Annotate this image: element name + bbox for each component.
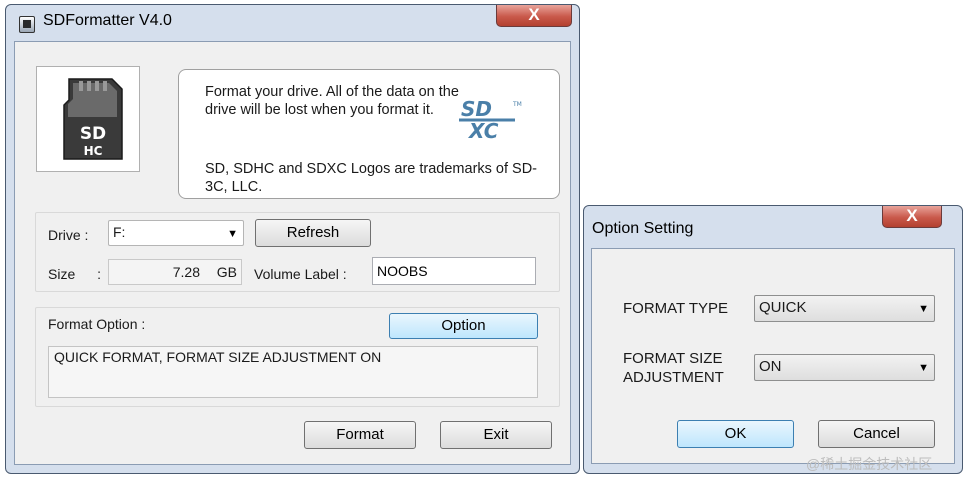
format-size-select[interactable]: ON ▼	[754, 354, 935, 381]
window-title: SDFormatter V4.0	[43, 12, 172, 29]
option-dialog-title: Option Setting	[592, 220, 694, 237]
format-type-label: FORMAT TYPE	[623, 300, 729, 317]
close-button[interactable]: X	[496, 5, 572, 27]
svg-text:TM: TM	[512, 101, 522, 108]
chevron-down-icon: ▼	[227, 228, 238, 240]
svg-text:SD: SD	[80, 124, 106, 144]
size-field: 7.28 GB	[108, 259, 242, 285]
format-size-label-line1: FORMAT SIZE	[623, 350, 723, 367]
option-close-button[interactable]: X	[882, 206, 942, 228]
option-client-area: FORMAT TYPE QUICK ▼ FORMAT SIZE ADJUSTME…	[591, 248, 955, 464]
chevron-down-icon: ▼	[918, 303, 929, 315]
option-title-bar[interactable]: Option Setting X	[584, 206, 962, 240]
format-size-value: ON	[759, 358, 782, 375]
format-size-label-line2: ADJUSTMENT	[623, 369, 724, 386]
refresh-button[interactable]: Refresh	[255, 219, 371, 247]
drive-select[interactable]: F: ▼	[108, 220, 244, 246]
watermark-text: @稀土掘金技术社区	[806, 456, 933, 472]
app-icon	[19, 16, 35, 33]
drive-label: Drive :	[48, 227, 89, 243]
sd-card-image: SD HC	[36, 66, 140, 172]
sd-card-icon: SD HC	[63, 78, 123, 160]
size-label: Size :	[48, 266, 102, 282]
option-button[interactable]: Option	[389, 313, 538, 339]
info-panel: Format your drive. All of the data on th…	[178, 69, 560, 199]
format-button[interactable]: Format	[304, 421, 416, 449]
format-option-label: Format Option :	[48, 316, 146, 332]
chevron-down-icon: ▼	[918, 362, 929, 374]
main-client-area: SD HC Format your drive. All of the data…	[14, 41, 571, 465]
sdxc-logo: SD TM XC	[459, 97, 522, 143]
info-text: Format your drive. All of the data on th…	[205, 84, 459, 118]
size-unit: GB	[216, 264, 237, 280]
exit-button[interactable]: Exit	[440, 421, 552, 449]
option-setting-dialog: Option Setting X FORMAT TYPE QUICK ▼ FOR…	[583, 205, 963, 474]
sdformatter-window: SDFormatter V4.0 X SD HC Format your dri…	[5, 4, 580, 474]
svg-text:SD: SD	[461, 97, 492, 121]
option-summary-text: QUICK FORMAT, FORMAT SIZE ADJUSTMENT ON	[54, 349, 382, 365]
svg-text:XC: XC	[467, 119, 499, 143]
cancel-button[interactable]: Cancel	[818, 420, 935, 448]
drive-select-value: F:	[113, 224, 126, 240]
volume-label-input[interactable]	[372, 257, 536, 285]
svg-text:HC: HC	[84, 144, 103, 158]
trademark-text: SD, SDHC and SDXC Logos are trademarks o…	[205, 161, 538, 195]
close-icon: X	[528, 5, 540, 24]
size-value: 7.28	[172, 264, 200, 280]
option-summary-box: QUICK FORMAT, FORMAT SIZE ADJUSTMENT ON	[48, 346, 538, 398]
ok-button[interactable]: OK	[677, 420, 794, 448]
format-type-select[interactable]: QUICK ▼	[754, 295, 935, 322]
volume-label: Volume Label :	[254, 266, 347, 282]
format-type-value: QUICK	[759, 299, 807, 316]
close-icon: X	[906, 206, 918, 225]
title-bar[interactable]: SDFormatter V4.0 X	[6, 5, 579, 39]
